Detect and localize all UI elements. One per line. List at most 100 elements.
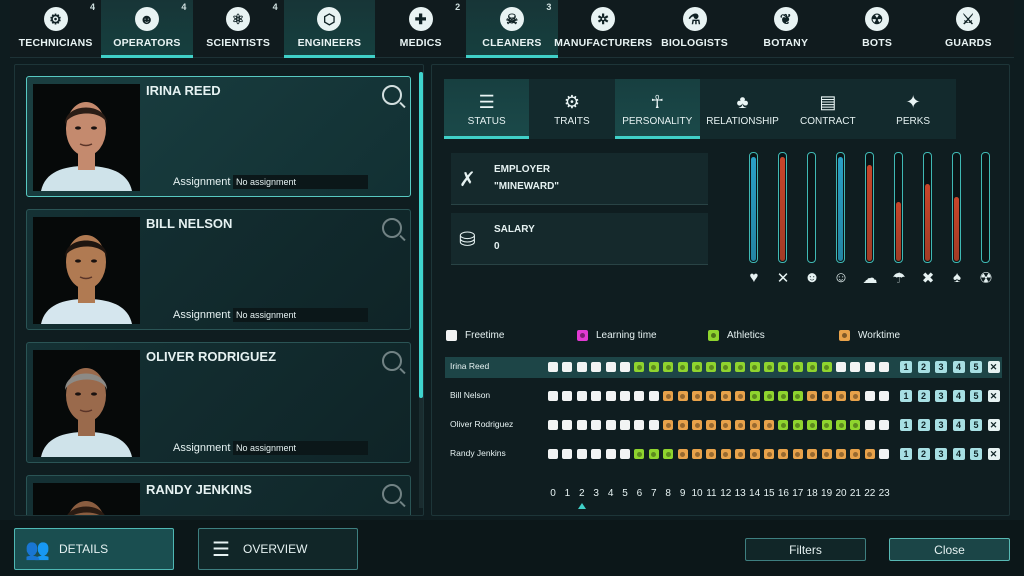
tab-contract[interactable]: ▤ CONTRACT [785,79,871,139]
schedule-slot[interactable] [562,449,573,459]
schedule-slot[interactable] [850,391,861,401]
schedule-slot[interactable] [749,420,760,430]
tab-medics[interactable]: ✚ MEDICS 2 [375,0,466,58]
schedule-slot[interactable] [821,449,832,459]
tab-perks[interactable]: ✦ PERKS [870,79,956,139]
tab-biologists[interactable]: ⚗ BIOLOGISTS [649,0,740,58]
assignment-field[interactable]: No assignment [233,441,368,455]
schedule-slot[interactable] [764,420,774,430]
staff-list-scroll-thumb[interactable] [419,72,423,398]
tab-engineers[interactable]: ⬡ ENGINEERS [283,0,376,58]
schedule-slot[interactable] [677,362,688,372]
schedule-slot[interactable] [562,391,573,401]
inspect-magnifier-icon[interactable] [382,484,402,504]
staff-card[interactable]: BILL NELSON Assignment No assignment [26,209,411,330]
tab-operators[interactable]: ☻ OPERATORS 4 [101,0,193,58]
schedule-slot[interactable] [648,362,659,372]
schedule-slot[interactable] [792,449,803,459]
filters-button[interactable]: Filters [745,538,866,561]
schedule-slot[interactable] [677,420,688,430]
schedule-slot[interactable] [706,391,717,401]
staff-card[interactable]: RANDY JENKINSAssignmentNo assignment [26,475,411,515]
clear-schedule-button[interactable]: ✕ [987,390,1000,402]
schedule-slot[interactable] [821,391,832,401]
clear-schedule-button[interactable]: ✕ [987,448,1000,460]
clear-schedule-button[interactable]: ✕ [987,361,1000,373]
tab-relationship[interactable]: ♣ RELATIONSHIP [699,79,786,139]
schedule-slot[interactable] [576,391,587,401]
schedule-slot[interactable] [548,449,558,459]
schedule-slot[interactable] [764,449,774,459]
schedule-slot[interactable] [605,420,616,430]
details-button[interactable]: 👥 DETAILS [14,528,174,570]
tab-scientists[interactable]: ⚛ SCIENTISTS 4 [193,0,284,58]
schedule-slot[interactable] [576,362,587,372]
schedule-slot[interactable] [720,362,731,372]
schedule-slot[interactable] [879,449,890,459]
schedule-slot[interactable] [663,420,674,430]
schedule-slot[interactable] [864,449,875,459]
schedule-slot[interactable] [576,449,587,459]
schedule-slot[interactable] [562,362,573,372]
schedule-slot[interactable] [792,391,803,401]
preset-button[interactable]: 1 [900,361,912,373]
preset-button[interactable]: 5 [970,419,982,431]
preset-button[interactable]: 5 [970,448,982,460]
schedule-slot[interactable] [648,420,659,430]
preset-button[interactable]: 5 [970,390,982,402]
schedule-slot[interactable] [548,391,558,401]
preset-button[interactable]: 2 [917,361,930,373]
tab-botany[interactable]: ❦ BOTANY [740,0,831,58]
schedule-slot[interactable] [663,449,674,459]
schedule-slot[interactable] [836,362,846,372]
tab-bots[interactable]: ☢ BOTS [831,0,922,58]
schedule-slot[interactable] [864,391,875,401]
tab-manufacturers[interactable]: ✲ MANUFACTURERS [554,0,652,58]
schedule-slot[interactable] [620,449,630,459]
schedule-slot[interactable] [706,449,717,459]
tab-technicians[interactable]: ⚙ TECHNICIANS 4 [10,0,101,58]
schedule-row[interactable]: Bill Nelson 1 2 3 4 5 ✕ [445,386,1002,407]
schedule-slot[interactable] [864,362,875,372]
schedule-slot[interactable] [620,391,630,401]
schedule-slot[interactable] [706,420,717,430]
schedule-slot[interactable] [634,391,645,401]
schedule-slot[interactable] [663,362,674,372]
tab-traits[interactable]: ⚙ TRAITS [529,79,615,139]
schedule-slot[interactable] [692,362,702,372]
schedule-slot[interactable] [735,449,746,459]
tab-cleaners[interactable]: ☠ CLEANERS 3 [466,0,558,58]
schedule-slot[interactable] [720,449,731,459]
preset-button[interactable]: 4 [952,390,965,402]
schedule-slot[interactable] [605,449,616,459]
schedule-slot[interactable] [605,391,616,401]
staff-card[interactable]: IRINA REED Assignment No assignment [26,76,411,197]
schedule-row[interactable]: Randy Jenkins 1 2 3 4 5 ✕ [445,444,1002,465]
preset-button[interactable]: 4 [952,419,965,431]
schedule-slot[interactable] [792,420,803,430]
schedule-slot[interactable] [821,420,832,430]
schedule-slot[interactable] [807,420,818,430]
schedule-slot[interactable] [634,362,645,372]
schedule-slot[interactable] [720,391,731,401]
tab-guards[interactable]: ⚔ GUARDS [923,0,1014,58]
preset-button[interactable]: 3 [935,448,947,460]
schedule-slot[interactable] [591,391,602,401]
schedule-slot[interactable] [836,391,846,401]
schedule-slot[interactable] [764,362,774,372]
schedule-slot[interactable] [879,362,890,372]
close-button[interactable]: Close [889,538,1010,561]
schedule-slot[interactable] [807,391,818,401]
schedule-slot[interactable] [735,420,746,430]
schedule-slot[interactable] [879,420,890,430]
preset-button[interactable]: 3 [935,390,947,402]
preset-button[interactable]: 5 [970,361,982,373]
preset-button[interactable]: 2 [917,390,930,402]
preset-button[interactable]: 4 [952,448,965,460]
inspect-magnifier-icon[interactable] [382,351,402,371]
schedule-slot[interactable] [850,420,861,430]
schedule-slot[interactable] [836,420,846,430]
schedule-slot[interactable] [648,449,659,459]
schedule-slot[interactable] [562,420,573,430]
schedule-slot[interactable] [778,391,789,401]
